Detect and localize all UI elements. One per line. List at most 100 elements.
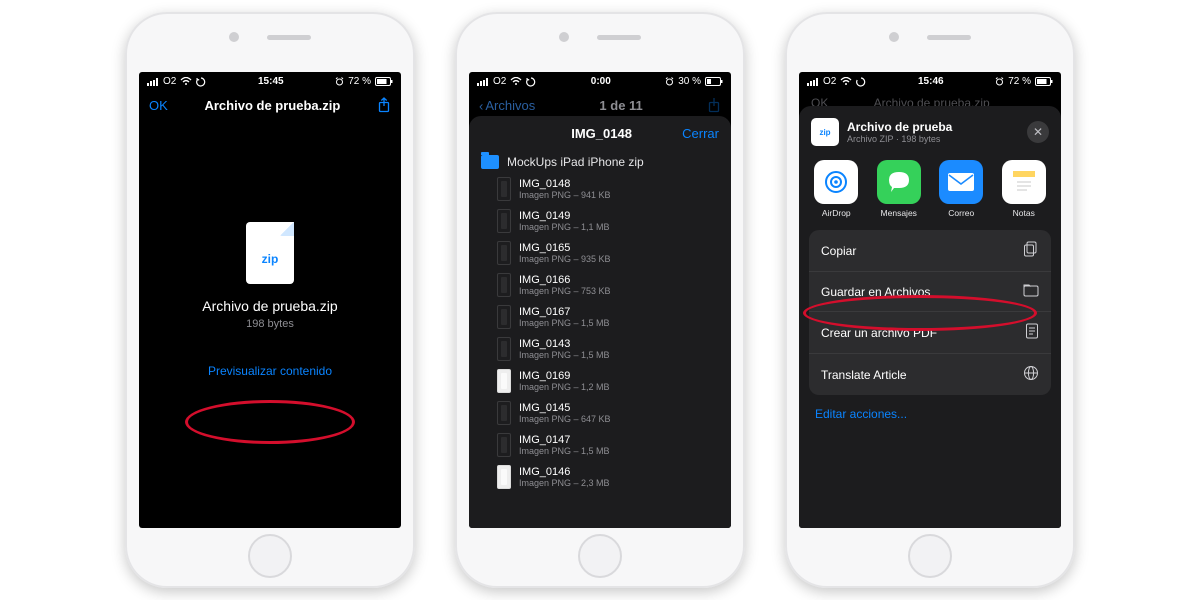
status-bar: O2 0:00 30 % [469,72,731,91]
sheet-title: IMG_0148 [571,126,632,141]
home-button[interactable] [578,534,622,578]
close-button[interactable]: Cerrar [682,126,719,141]
file-row[interactable]: IMG_0147Imagen PNG – 1,5 MB [469,429,731,461]
file-subtitle: Imagen PNG – 1,5 MB [519,350,610,360]
file-subtitle: Imagen PNG – 935 KB [519,254,611,264]
file-row[interactable]: IMG_0146Imagen PNG – 2,3 MB [469,461,731,493]
file-row[interactable]: IMG_0166Imagen PNG – 753 KB [469,269,731,301]
battery-icon [1035,77,1053,86]
globe-icon [1023,365,1039,384]
copy-icon [1023,241,1039,260]
file-subtitle: Imagen PNG – 1,5 MB [519,446,610,456]
file-row[interactable]: IMG_0149Imagen PNG – 1,1 MB [469,205,731,237]
close-icon[interactable]: ✕ [1027,121,1049,143]
action-globe[interactable]: Translate Article [809,354,1051,395]
home-button[interactable] [908,534,952,578]
zip-file-icon: zip [811,118,839,146]
thumbnail-icon [497,305,511,329]
file-name: IMG_0167 [519,306,610,319]
folder-icon [481,155,499,169]
battery-label: 72 % [1008,76,1031,87]
thumbnail-icon [497,433,511,457]
iphone-mockup-2: O2 0:00 30 % ‹Archivos 1 de 11 [455,12,745,588]
battery-label: 30 % [678,76,701,87]
file-name: IMG_0169 [519,370,610,383]
alarm-icon [665,77,674,86]
thumbnail-icon [497,465,511,489]
action-label: Copiar [821,244,856,258]
app-label: AirDrop [822,208,851,218]
file-subtitle: Imagen PNG – 1,2 MB [519,382,610,392]
file-row[interactable]: IMG_0148Imagen PNG – 941 KB [469,173,731,205]
edit-actions-link[interactable]: Editar acciones... [809,395,1051,421]
file-row[interactable]: IMG_0143Imagen PNG – 1,5 MB [469,333,731,365]
thumbnail-icon [497,369,511,393]
file-name: IMG_0146 [519,466,610,479]
file-name: IMG_0149 [519,210,610,223]
alarm-icon [995,77,1004,86]
share-app-messages[interactable]: Mensajes [872,160,927,218]
file-row[interactable]: IMG_0165Imagen PNG – 935 KB [469,237,731,269]
thumbnail-icon [497,337,511,361]
file-subtitle: Imagen PNG – 2,3 MB [519,478,610,488]
notes-icon [1002,160,1046,204]
thumbnail-icon [497,241,511,265]
page-counter: 1 de 11 [599,98,642,113]
action-label: Guardar en Archivos [821,285,930,299]
messages-icon [877,160,921,204]
action-pdf[interactable]: Crear un archivo PDF [809,312,1051,354]
app-label: Correo [948,208,974,218]
file-size: 198 bytes [246,318,294,330]
clock: 0:00 [591,76,611,87]
share-icon [707,97,721,113]
file-name: IMG_0165 [519,242,611,255]
sync-icon [526,77,536,87]
zip-file-icon: zip [246,222,294,284]
sheet-file-detail: Archivo ZIP · 198 bytes [847,134,952,144]
action-label: Translate Article [821,368,907,382]
sheet-file-name: Archivo de prueba [847,120,952,134]
thumbnail-icon [497,209,511,233]
action-folder[interactable]: Guardar en Archivos [809,272,1051,312]
file-row[interactable]: IMG_0167Imagen PNG – 1,5 MB [469,301,731,333]
share-app-mail[interactable]: Correo [934,160,989,218]
status-bar: O2 15:46 72 % [799,72,1061,91]
home-button[interactable] [248,534,292,578]
file-subtitle: Imagen PNG – 941 KB [519,190,611,200]
thumbnail-icon [497,177,511,201]
sync-icon [856,77,866,87]
action-label: Crear un archivo PDF [821,326,937,340]
share-app-notes[interactable]: Notas [997,160,1052,218]
battery-icon [705,77,723,86]
airdrop-icon [814,160,858,204]
file-subtitle: Imagen PNG – 647 KB [519,414,611,424]
back-button[interactable]: ‹Archivos [479,98,535,113]
share-app-airdrop[interactable]: AirDrop [809,160,864,218]
wifi-icon [510,77,522,86]
iphone-mockup-1: O2 15:45 72 % OK Archivo de prueba.zip z… [125,12,415,588]
file-name: IMG_0143 [519,338,610,351]
file-name: IMG_0148 [519,178,611,191]
folder-row[interactable]: MockUps iPad iPhone zip [469,149,731,173]
carrier-label: O2 [823,76,836,87]
thumbnail-icon [497,401,511,425]
file-subtitle: Imagen PNG – 753 KB [519,286,611,296]
file-name: IMG_0147 [519,434,610,447]
folder-icon [1023,283,1039,300]
thumbnail-icon [497,273,511,297]
signal-icon [807,78,819,86]
signal-icon [477,78,489,86]
file-row[interactable]: IMG_0145Imagen PNG – 647 KB [469,397,731,429]
carrier-label: O2 [493,76,506,87]
file-row[interactable]: IMG_0169Imagen PNG – 1,2 MB [469,365,731,397]
file-name: IMG_0145 [519,402,611,415]
preview-content-link[interactable]: Previsualizar contenido [208,364,332,378]
app-label: Mensajes [881,208,917,218]
mail-icon [939,160,983,204]
pdf-icon [1025,323,1039,342]
file-subtitle: Imagen PNG – 1,5 MB [519,318,610,328]
action-copy[interactable]: Copiar [809,230,1051,272]
file-name: IMG_0166 [519,274,611,287]
app-label: Notas [1013,208,1035,218]
file-name: Archivo de prueba.zip [202,298,337,314]
